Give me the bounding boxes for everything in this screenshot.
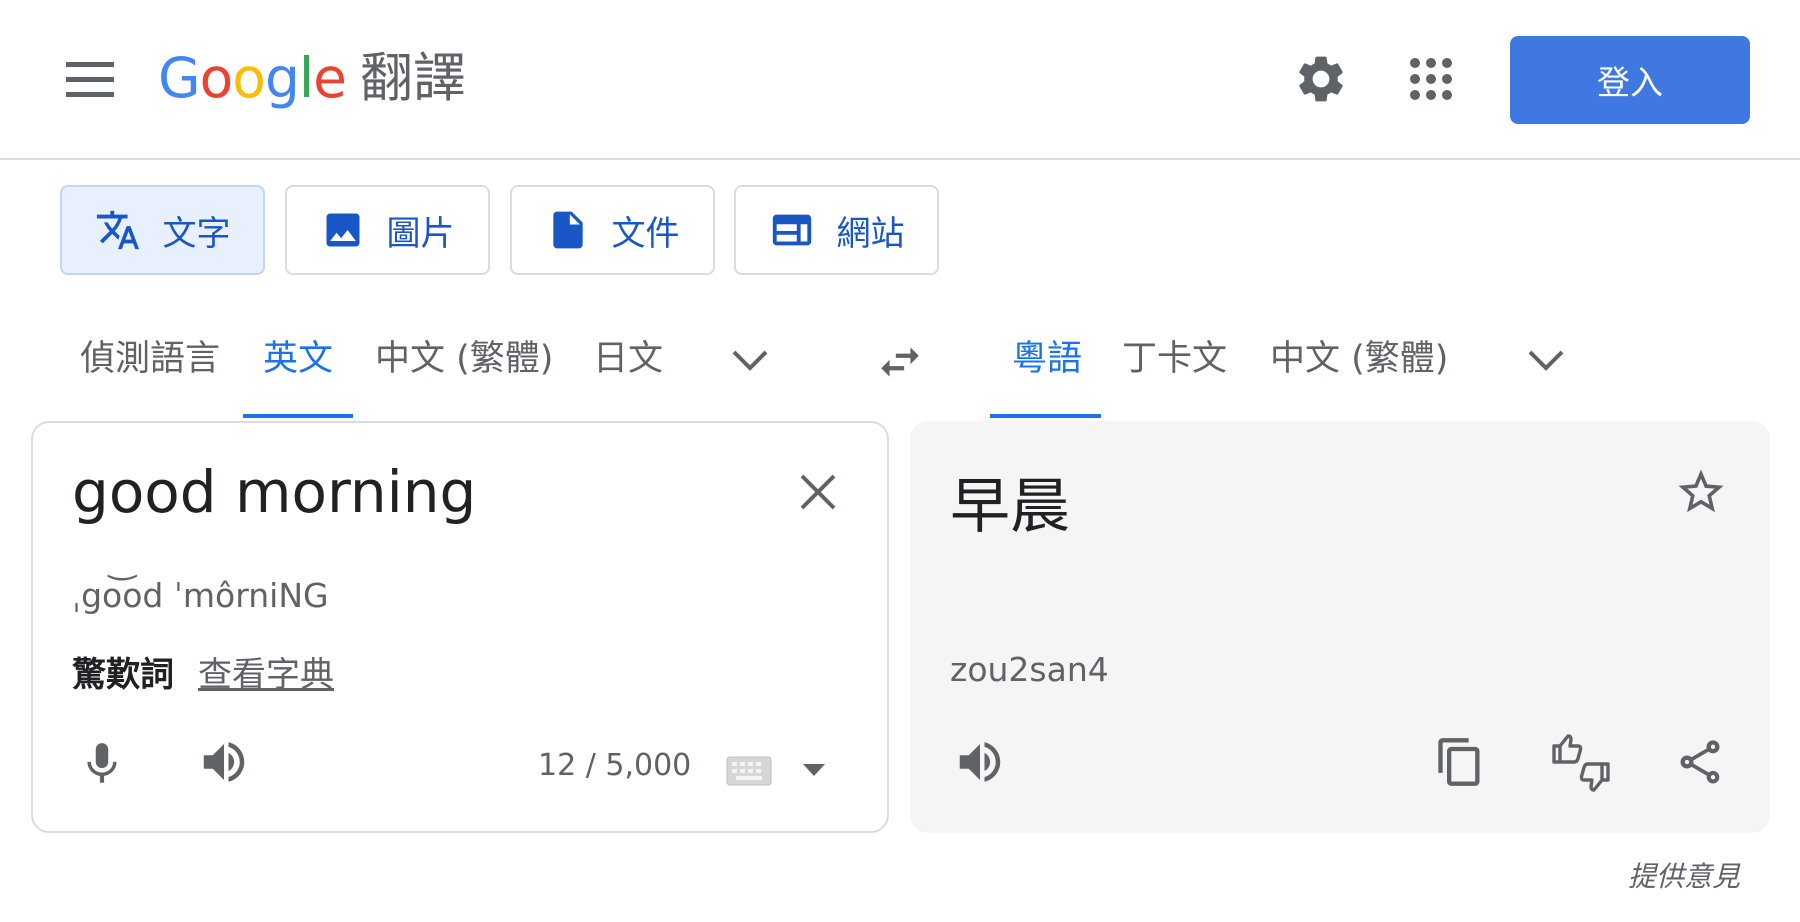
tab-documents[interactable]: 文件 (510, 185, 715, 275)
source-phonetic: ˌgo͝od ˈmôrniNG (72, 576, 329, 615)
google-translate-logo[interactable]: Google 翻譯 (158, 38, 466, 118)
chevron-down-icon (732, 350, 768, 371)
swap-arrows-icon (881, 347, 919, 377)
clear-source-text-button[interactable] (786, 460, 850, 524)
caret-down-icon (803, 764, 825, 776)
tab-label: 文字 (162, 213, 231, 254)
swap-languages-button[interactable] (868, 330, 932, 394)
close-icon (800, 474, 836, 510)
tab-label: 文件 (611, 213, 680, 254)
share-translation-button[interactable] (1668, 730, 1732, 794)
tab-label: 網站 (836, 213, 905, 254)
source-lang-japanese[interactable]: 日文 (593, 330, 663, 381)
speaker-icon (959, 742, 1001, 782)
translate-icon (96, 210, 139, 250)
listen-source-button[interactable] (192, 730, 256, 794)
rate-translation-button[interactable] (1546, 730, 1616, 796)
source-text-input[interactable]: good morning (72, 458, 476, 526)
target-lang-chinese-traditional[interactable]: 中文 (繁體) (1270, 330, 1448, 381)
tab-images[interactable]: 圖片 (285, 185, 490, 275)
main-menu-button[interactable] (50, 46, 130, 114)
source-lang-detect[interactable]: 偵測語言 (80, 330, 220, 381)
copy-translation-button[interactable] (1428, 730, 1492, 794)
image-icon (326, 213, 359, 247)
source-lang-english[interactable]: 英文 (263, 330, 333, 381)
tab-label: 圖片 (386, 213, 455, 254)
send-feedback-link[interactable]: 提供意見 (1628, 855, 1740, 895)
microphone-icon (87, 743, 117, 783)
source-lang-chinese-traditional[interactable]: 中文 (繁體) (375, 330, 553, 381)
hamburger-menu-icon (66, 62, 114, 97)
target-lang-dinka[interactable]: 丁卡文 (1122, 330, 1227, 381)
character-count: 12 / 5,000 (538, 748, 692, 783)
tab-websites[interactable]: 網站 (734, 185, 939, 275)
input-tools-button[interactable] (722, 752, 776, 790)
thumbs-up-down-icon (1552, 734, 1610, 792)
app-header: Google 翻譯 登入 (0, 0, 1800, 160)
document-icon (552, 211, 583, 249)
part-of-speech: 驚歎詞 (72, 655, 174, 695)
translated-text: 早晨 (950, 472, 1070, 542)
source-lang-active-indicator (243, 414, 353, 418)
sign-in-button[interactable]: 登入 (1510, 36, 1750, 124)
google-wordmark: Google (158, 45, 347, 110)
target-lang-active-indicator (990, 414, 1101, 418)
translation-romanization: zou2san4 (950, 650, 1109, 689)
apps-grid-icon (1410, 58, 1452, 100)
settings-button[interactable] (1288, 46, 1354, 112)
voice-input-button[interactable] (72, 732, 132, 796)
keyboard-icon (726, 756, 772, 786)
target-lang-cantonese[interactable]: 粵語 (1012, 330, 1082, 381)
view-dictionary-link[interactable]: 查看字典 (198, 647, 334, 696)
more-source-languages-button[interactable] (720, 330, 780, 390)
website-icon (772, 214, 811, 246)
chevron-down-icon (1528, 350, 1564, 371)
tab-text[interactable]: 文字 (60, 185, 265, 275)
more-target-languages-button[interactable] (1516, 330, 1576, 390)
save-translation-button[interactable] (1666, 460, 1736, 524)
gear-icon (1299, 56, 1343, 102)
input-tools-menu-button[interactable] (796, 754, 832, 786)
copy-icon (1438, 738, 1480, 786)
share-icon (1680, 740, 1720, 784)
google-apps-button[interactable] (1398, 46, 1464, 112)
listen-translation-button[interactable] (948, 730, 1012, 794)
product-name: 翻譯 (359, 47, 466, 109)
speaker-icon (203, 742, 245, 782)
star-outline-icon (1678, 469, 1724, 513)
